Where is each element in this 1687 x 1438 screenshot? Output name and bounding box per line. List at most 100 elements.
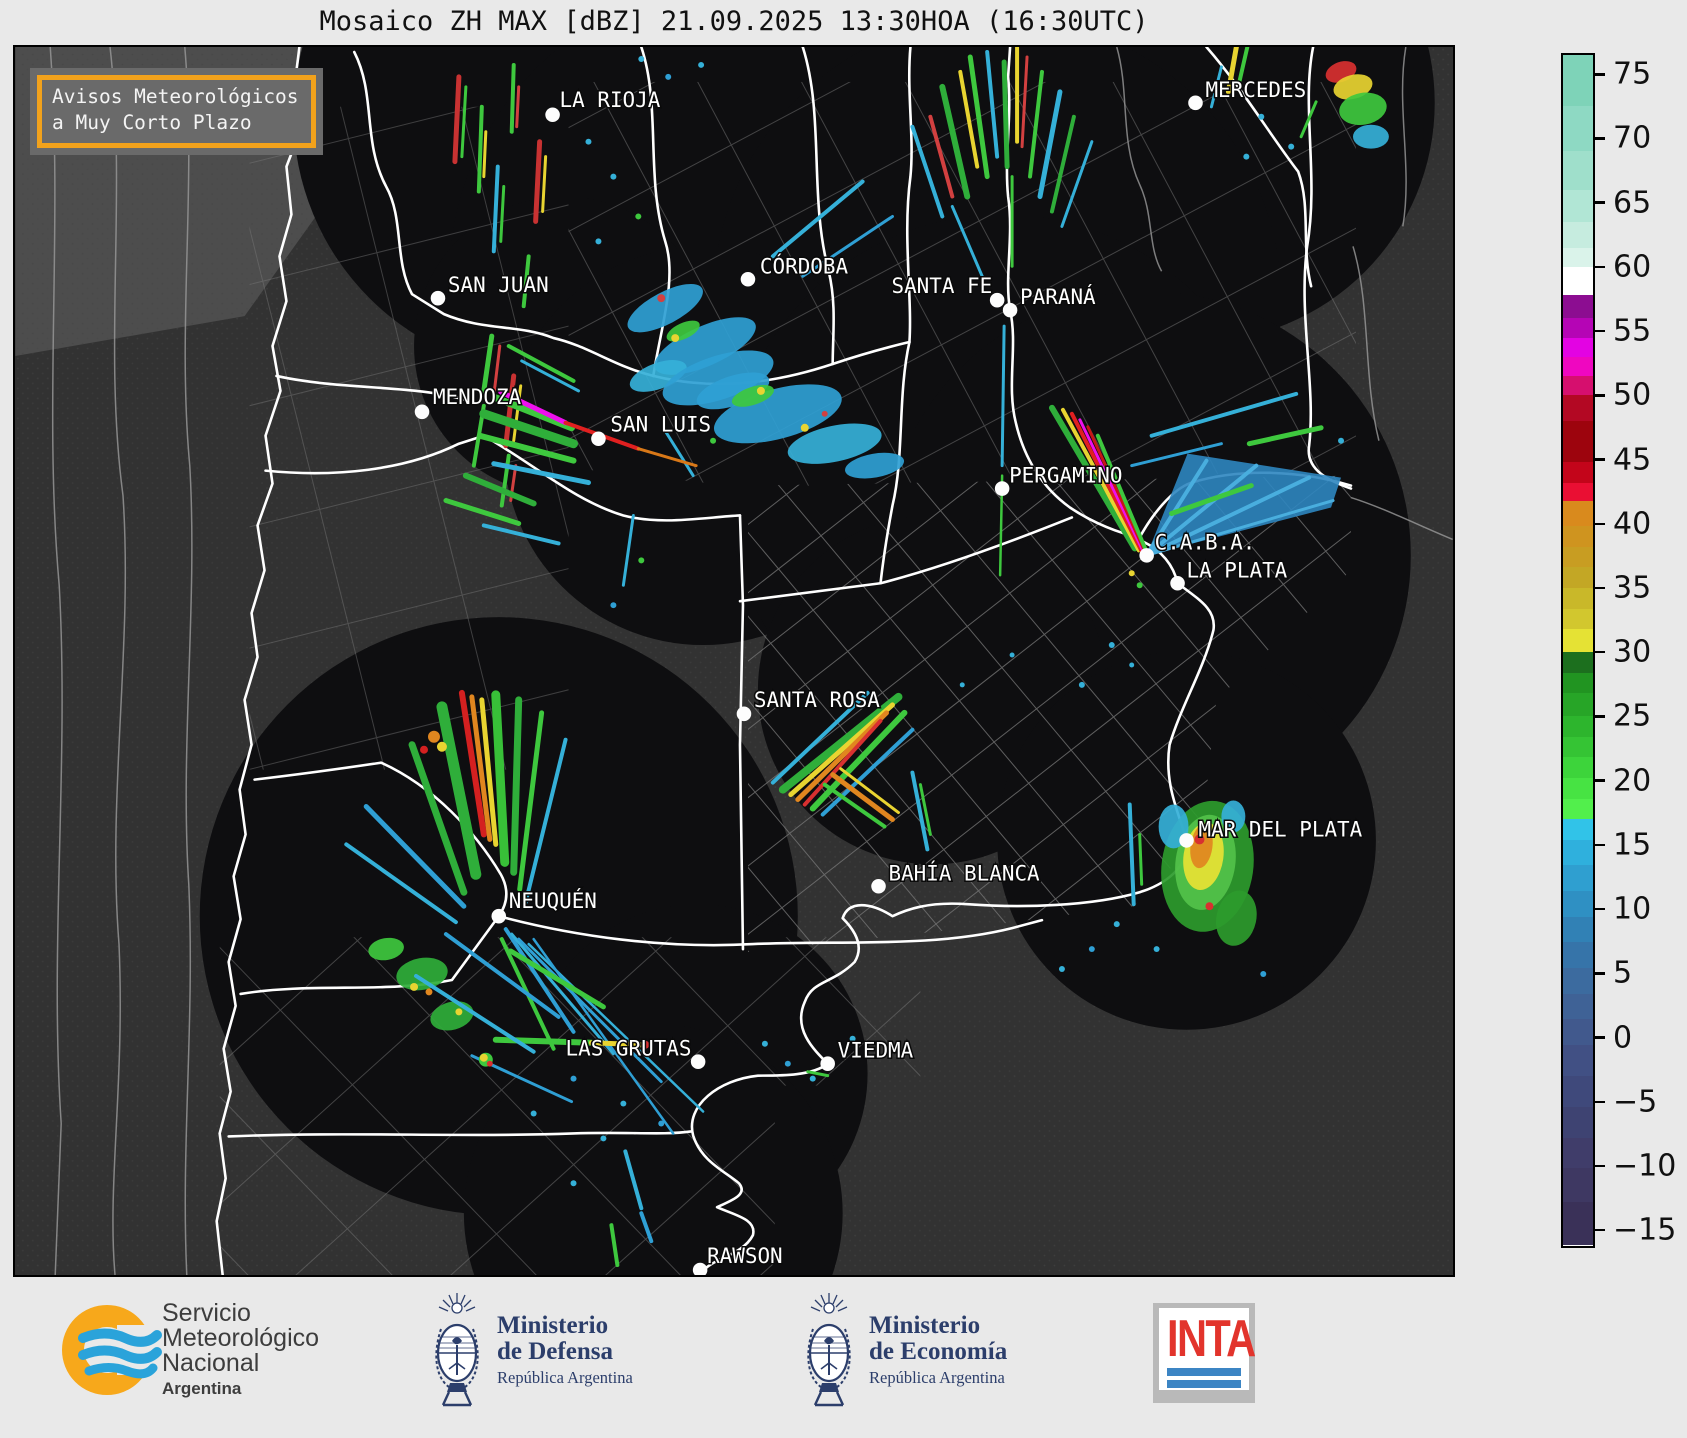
colorbar-segment bbox=[1563, 318, 1593, 338]
colorbar-ticklabel: −10 bbox=[1613, 1148, 1677, 1184]
smn-wordmark: Servicio Meteorológico Nacional Argentin… bbox=[162, 1301, 319, 1400]
colorbar-segment bbox=[1563, 672, 1593, 694]
colorbar-segment bbox=[1563, 819, 1593, 840]
city-label: SANTA ROSA bbox=[754, 688, 880, 712]
colorbar-ticklabel: 60 bbox=[1613, 249, 1652, 285]
colorbar-segment bbox=[1563, 865, 1593, 892]
colorbar-segment bbox=[1563, 247, 1593, 267]
colorbar-tickmark bbox=[1595, 1036, 1605, 1039]
defensa-line1: Ministerio bbox=[497, 1312, 609, 1339]
colorbar-segment bbox=[1563, 106, 1593, 152]
colorbar-segment bbox=[1563, 891, 1593, 917]
city-label: C.A.B.A. bbox=[1155, 530, 1256, 554]
colorbar-gradient bbox=[1563, 55, 1593, 1246]
colorbar-ticklabel: 70 bbox=[1613, 120, 1652, 156]
alert-line1: Avisos Meteorológicos bbox=[52, 85, 299, 108]
colorbar-ticklabel: −5 bbox=[1613, 1084, 1658, 1120]
colorbar-tickmark bbox=[1595, 715, 1605, 718]
colorbar-ticklabel: 35 bbox=[1613, 570, 1652, 606]
colorbar-segment bbox=[1563, 462, 1593, 483]
city-label: PARANÁ bbox=[1020, 284, 1096, 309]
colorbar-ticklabel: 30 bbox=[1613, 634, 1652, 670]
city-label: SANTA FE bbox=[891, 274, 992, 298]
defensa-line3: República Argentina bbox=[497, 1368, 633, 1387]
city-label: LAS GRUTAS bbox=[566, 1037, 692, 1061]
colorbar-tickmark bbox=[1595, 329, 1605, 333]
page-title: Mosaico ZH MAX [dBZ] 21.09.2025 13:30HOA… bbox=[319, 6, 1149, 37]
colorbar-tickmark bbox=[1595, 843, 1605, 847]
smn-logo-icon bbox=[62, 1305, 165, 1395]
city-label: SAN LUIS bbox=[610, 413, 711, 437]
colorbar-segment bbox=[1563, 1106, 1593, 1138]
colorbar-tickmark bbox=[1595, 201, 1605, 204]
colorbar-ticklabel: 15 bbox=[1613, 827, 1652, 863]
alert-line2: a Muy Corto Plazo bbox=[52, 111, 252, 134]
colorbar-tickmark bbox=[1595, 137, 1605, 140]
colorbar-segment bbox=[1563, 1019, 1593, 1046]
colorbar-segment bbox=[1563, 55, 1593, 107]
inta-stripe bbox=[1167, 1380, 1241, 1388]
alert-box[interactable]: Avisos Meteorológicos a Muy Corto Plazo bbox=[30, 68, 323, 155]
coat-of-arms-icon bbox=[425, 1291, 489, 1415]
colorbar-segment bbox=[1563, 798, 1593, 820]
colorbar-segment bbox=[1563, 587, 1593, 609]
economia-line1: Ministerio bbox=[869, 1312, 981, 1339]
colorbar-segment bbox=[1563, 968, 1593, 994]
colorbar-tickmark bbox=[1595, 458, 1605, 461]
colorbar-segment bbox=[1563, 839, 1593, 866]
colorbar-ticklabel: 10 bbox=[1613, 891, 1652, 927]
colorbar-segment bbox=[1563, 295, 1593, 319]
economia-line2: de Economía bbox=[869, 1338, 1008, 1365]
colorbar-segment bbox=[1563, 546, 1593, 568]
city-label: VIEDMA bbox=[838, 1039, 914, 1063]
colorbar-segment bbox=[1563, 1137, 1593, 1169]
colorbar-segment bbox=[1563, 778, 1593, 799]
colorbar-segment bbox=[1563, 1075, 1593, 1107]
colorbar-segment bbox=[1563, 189, 1593, 222]
colorbar-tickmark bbox=[1595, 586, 1605, 590]
defensa-line2: de Defensa bbox=[497, 1338, 613, 1365]
colorbar-segment bbox=[1563, 376, 1593, 396]
coat-of-arms-icon bbox=[797, 1291, 861, 1415]
colorbar-segment bbox=[1563, 736, 1593, 758]
colorbar-segment bbox=[1563, 151, 1593, 190]
economia-line3: República Argentina bbox=[869, 1368, 1005, 1387]
colorbar-ticklabel: 55 bbox=[1613, 313, 1652, 349]
inta-logo: INTA bbox=[1153, 1303, 1256, 1403]
colorbar-segment bbox=[1563, 500, 1593, 527]
colorbar-segment bbox=[1563, 652, 1593, 673]
smn-line2: Meteorológico bbox=[162, 1324, 320, 1352]
radar-map[interactable]: LA RIOJA MERCEDES SAN JUAN CÓRDOBA SANTA FE P… bbox=[13, 45, 1455, 1277]
radar-mosaic-page: Mosaico ZH MAX [dBZ] 21.09.2025 13:30HOA… bbox=[0, 0, 1687, 1438]
colorbar-segment bbox=[1563, 693, 1593, 717]
colorbar-segment bbox=[1563, 608, 1593, 630]
city-label: PERGAMINO bbox=[1009, 464, 1122, 488]
colorbar-segment bbox=[1563, 1201, 1593, 1246]
colorbar-ticklabel: 65 bbox=[1613, 185, 1652, 221]
colorbar-tickmark bbox=[1595, 1164, 1605, 1168]
colorbar-tickmark bbox=[1595, 972, 1605, 975]
colorbar-segment bbox=[1563, 916, 1593, 943]
colorbar-segment bbox=[1563, 993, 1593, 1020]
colorbar-segment bbox=[1563, 567, 1593, 588]
colorbar-ticklabel: 5 bbox=[1613, 955, 1633, 991]
colorbar-segment bbox=[1563, 356, 1593, 377]
inta-wordmark: INTA bbox=[1167, 1310, 1256, 1368]
colorbar-ticklabel: 50 bbox=[1613, 377, 1652, 413]
colorbar-ticklabel: 75 bbox=[1613, 56, 1652, 92]
city-label: LA PLATA bbox=[1187, 558, 1288, 582]
colorbar-segment bbox=[1563, 395, 1593, 422]
city-label: NEUQUÉN bbox=[509, 888, 597, 913]
colorbar-tickmark bbox=[1595, 650, 1605, 654]
city-label: CÓRDOBA bbox=[760, 253, 849, 278]
colorbar-tickmark bbox=[1595, 1228, 1605, 1232]
city-label: SAN JUAN bbox=[448, 273, 549, 297]
city-label: BAHÍA BLANCA bbox=[888, 860, 1040, 885]
colorbar-segment bbox=[1563, 1168, 1593, 1202]
city-label: MERCEDES bbox=[1205, 78, 1306, 102]
inta-stripe bbox=[1167, 1368, 1241, 1376]
colorbar-ticks: 75 70 65 60 55 50 45 40 35 30 25 20 15 10 5 0 −5 −10 −15 bbox=[1595, 55, 1687, 1248]
city-label: RAWSON bbox=[707, 1244, 783, 1268]
colorbar-segment bbox=[1563, 629, 1593, 653]
colorbar-segment bbox=[1563, 266, 1593, 296]
